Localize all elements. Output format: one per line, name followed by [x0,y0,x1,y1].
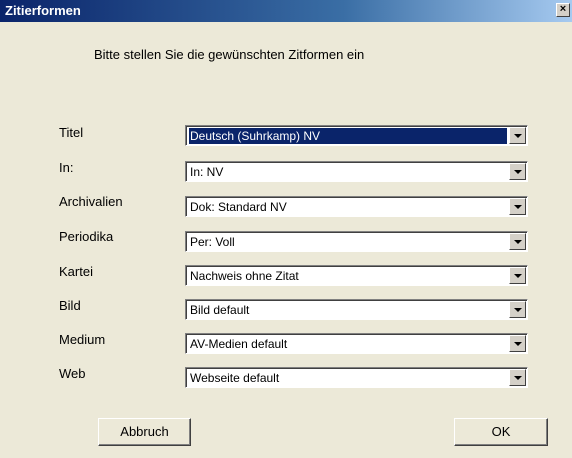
label-archivalien: Archivalien [59,194,123,209]
label-titel: Titel [59,125,84,140]
chevron-down-icon[interactable] [509,301,526,318]
select-value: In: NV [190,165,224,179]
select-medium[interactable]: AV-Medien default [185,333,528,354]
window-title: Zitierformen [5,3,81,18]
ok-button[interactable]: OK [454,418,548,446]
label-in: In: [59,160,74,175]
select-kartei[interactable]: Nachweis ohne Zitat [185,265,528,286]
select-value: Webseite default [190,371,280,385]
select-bild[interactable]: Bild default [185,299,528,320]
instruction-text: Bitte stellen Sie die gewünschten Zitfor… [94,47,365,62]
select-web[interactable]: Webseite default [185,367,528,388]
chevron-down-icon[interactable] [509,198,526,215]
chevron-down-icon[interactable] [509,127,526,144]
select-value: Deutsch (Suhrkamp) NV [189,128,507,144]
label-medium: Medium [59,332,106,347]
title-bar[interactable]: Zitierformen × [0,0,572,22]
select-periodika[interactable]: Per: Voll [185,231,528,252]
select-titel[interactable]: Deutsch (Suhrkamp) NV [185,125,528,146]
chevron-down-icon[interactable] [509,267,526,284]
chevron-down-icon[interactable] [509,335,526,352]
chevron-down-icon[interactable] [509,233,526,250]
select-value: Bild default [190,303,250,317]
chevron-down-icon[interactable] [509,369,526,386]
label-web: Web [59,366,86,381]
select-value: AV-Medien default [190,337,288,351]
label-kartei: Kartei [59,264,93,279]
select-value: Per: Voll [190,235,235,249]
close-icon[interactable]: × [556,3,570,17]
label-periodika: Periodika [59,229,114,244]
label-bild: Bild [59,298,81,313]
select-value: Dok: Standard NV [190,200,287,214]
cancel-button[interactable]: Abbruch [98,418,191,446]
select-archivalien[interactable]: Dok: Standard NV [185,196,528,217]
select-in[interactable]: In: NV [185,161,528,182]
dialog-window: Zitierformen × Bitte stellen Sie die gew… [0,0,572,458]
select-value: Nachweis ohne Zitat [190,269,299,283]
chevron-down-icon[interactable] [509,163,526,180]
